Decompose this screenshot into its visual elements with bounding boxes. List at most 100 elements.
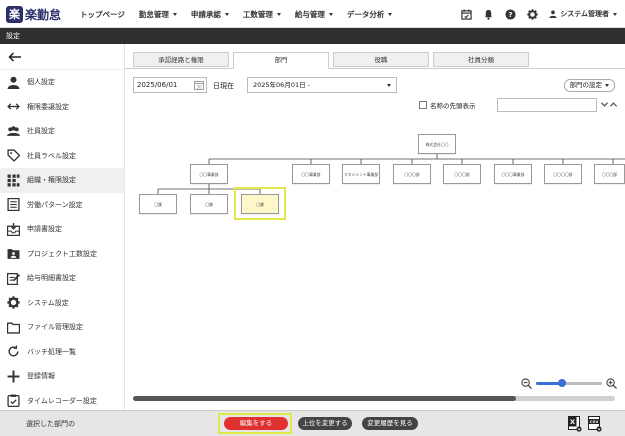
as-of-label: 日現在 — [213, 82, 234, 90]
gear-icon[interactable] — [525, 7, 539, 21]
org-node[interactable]: マネジメント事業部 — [342, 164, 380, 184]
action-footer: 選択した部門の 編集をする 上位を変更する 変更履歴を見る X CSV — [0, 410, 625, 436]
sidebar-item[interactable]: 社員ラベル設定 — [0, 144, 124, 169]
logo-text: 楽勤怠 — [25, 7, 62, 22]
nav-approval[interactable]: 申請承認 — [191, 9, 229, 20]
calendar-icon[interactable]: 30 — [194, 80, 204, 90]
org-node-selected[interactable]: 〇課 — [241, 194, 279, 214]
tab-department[interactable]: 部門 — [233, 52, 329, 69]
org-node[interactable]: 〇〇事業部 — [190, 164, 228, 184]
horizontal-scrollbar[interactable] — [133, 396, 615, 401]
sidebar-item[interactable]: 社員設定 — [0, 119, 124, 144]
sidebar-item[interactable]: ファイル管理設定 — [0, 315, 124, 340]
period-select[interactable]: 2025年06月01日 - — [247, 77, 397, 93]
org-node[interactable]: 〇〇〇部 — [594, 164, 625, 184]
sidebar-item-label: 給与明細書設定 — [27, 274, 76, 283]
chevron-up-icon[interactable] — [609, 100, 618, 109]
logo-mark: 楽 — [6, 5, 23, 23]
excel-export-icon[interactable]: X — [568, 416, 582, 432]
calendar-check-icon[interactable] — [459, 7, 473, 21]
user-menu[interactable]: システム管理者 — [549, 9, 617, 19]
plus-icon — [6, 369, 20, 383]
chevron-down-icon — [605, 83, 609, 87]
caret-down-icon — [387, 84, 391, 87]
sidebar-item[interactable]: 給与明細書設定 — [0, 266, 124, 291]
chevron-down-icon[interactable] — [600, 100, 609, 109]
sidebar-item[interactable]: バッチ処理一覧 — [0, 340, 124, 365]
person-icon — [549, 10, 557, 18]
sidebar-item-label: 個人設定 — [27, 78, 55, 87]
nav-analytics[interactable]: データ分析 — [347, 9, 393, 20]
prefix-checkbox[interactable] — [419, 101, 427, 109]
folder-people-icon — [6, 247, 20, 261]
top-header: 楽 楽勤怠 トップページ 勤怠管理 申請承認 工数管理 給与管理 データ分析 ?… — [0, 0, 625, 28]
sidebar-item-label: システム設定 — [27, 298, 69, 307]
inbox-icon — [6, 222, 20, 236]
sidebar-item[interactable]: システム設定 — [0, 291, 124, 316]
scrollbar-thumb[interactable] — [133, 396, 516, 401]
org-node[interactable]: 〇〇〇事業部 — [494, 164, 532, 184]
svg-text:X: X — [570, 418, 575, 426]
nav-label: データ分析 — [346, 9, 385, 19]
sidebar-item[interactable]: 労働パターン設定 — [0, 193, 124, 218]
caret-down-icon — [276, 12, 281, 16]
prefix-checkbox-label: 名称の先頭表示 — [430, 102, 476, 110]
date-input[interactable]: 2025/06/01 30 — [133, 77, 207, 93]
zoom-in-icon[interactable] — [606, 377, 617, 389]
svg-text:?: ? — [508, 9, 512, 18]
sidebar-item[interactable]: 登録情報 — [0, 364, 124, 389]
zoom-slider-handle[interactable] — [558, 378, 566, 387]
org-node[interactable]: 〇課 — [139, 194, 177, 214]
org-node[interactable]: 〇〇〇〇部 — [544, 164, 582, 184]
prefix-display-toggle[interactable]: 名称の先頭表示 — [419, 100, 476, 110]
zoom-out-icon[interactable] — [521, 377, 532, 389]
sidebar-item-label: ファイル管理設定 — [27, 323, 83, 332]
app-logo[interactable]: 楽 楽勤怠 — [6, 5, 61, 23]
org-node[interactable]: 〇〇〇部 — [393, 164, 431, 184]
tab-approval-route[interactable]: 承認経路と権限 — [133, 52, 229, 67]
sidebar-item[interactable]: 申請書設定 — [0, 217, 124, 242]
nav-payroll[interactable]: 給与管理 — [295, 9, 333, 20]
bell-icon[interactable] — [481, 7, 495, 21]
sidebar-item-label: 社員設定 — [27, 127, 55, 136]
list-icon — [6, 198, 20, 212]
org-node[interactable]: 〇〇事業部 — [292, 164, 330, 184]
period-value: 2025年06月01日 - — [253, 81, 310, 89]
csv-export-icon[interactable]: CSV — [588, 416, 602, 432]
department-search-input[interactable] — [497, 98, 597, 112]
change-parent-button[interactable]: 上位を変更する — [298, 417, 352, 430]
zoom-slider[interactable] — [536, 378, 602, 387]
people-icon — [6, 124, 20, 138]
department-settings-dropdown[interactable]: 部門の設定 — [563, 79, 615, 92]
change-history-button[interactable]: 変更履歴を見る — [362, 417, 418, 430]
back-arrow-icon — [8, 51, 21, 62]
nav-workload[interactable]: 工数管理 — [243, 9, 281, 20]
help-icon[interactable]: ? — [503, 7, 517, 21]
folder-icon — [6, 320, 20, 334]
nav-top-page[interactable]: トップページ — [80, 9, 125, 20]
org-node[interactable]: 〇課 — [190, 194, 228, 214]
edit-button[interactable]: 編集をする — [224, 417, 288, 430]
org-node-root[interactable]: 株式会社〇〇 — [418, 134, 456, 154]
sidebar-item[interactable]: プロジェクト工数設定 — [0, 242, 124, 267]
org-node[interactable]: 〇〇〇部 — [443, 164, 481, 184]
sidebar-item-label: タイムレコーダー設定 — [27, 396, 97, 405]
refresh-icon — [6, 345, 20, 359]
nav-attendance[interactable]: 勤怠管理 — [139, 9, 177, 20]
caret-down-icon — [328, 12, 333, 16]
nav-label: 申請承認 — [190, 9, 221, 19]
sidebar-item-label: 社員ラベル設定 — [27, 151, 76, 160]
sidebar-item[interactable]: 組織・権限設定 — [0, 168, 124, 193]
sidebar-item[interactable]: 権限委譲設定 — [0, 95, 124, 120]
zoom-slider-fill — [536, 381, 560, 385]
clipboard-icon — [6, 394, 20, 408]
date-value: 2025/06/01 — [137, 81, 178, 89]
tab-position[interactable]: 役職 — [333, 52, 429, 67]
back-button[interactable] — [0, 44, 124, 70]
sidebar-item[interactable]: 個人設定 — [0, 70, 124, 95]
sidebar-item-label: バッチ処理一覧 — [27, 347, 76, 356]
tab-employee-class[interactable]: 社員分類 — [433, 52, 529, 67]
svg-text:CSV: CSV — [590, 419, 599, 424]
nav-label: 給与管理 — [294, 9, 325, 19]
caret-down-icon — [172, 12, 177, 16]
